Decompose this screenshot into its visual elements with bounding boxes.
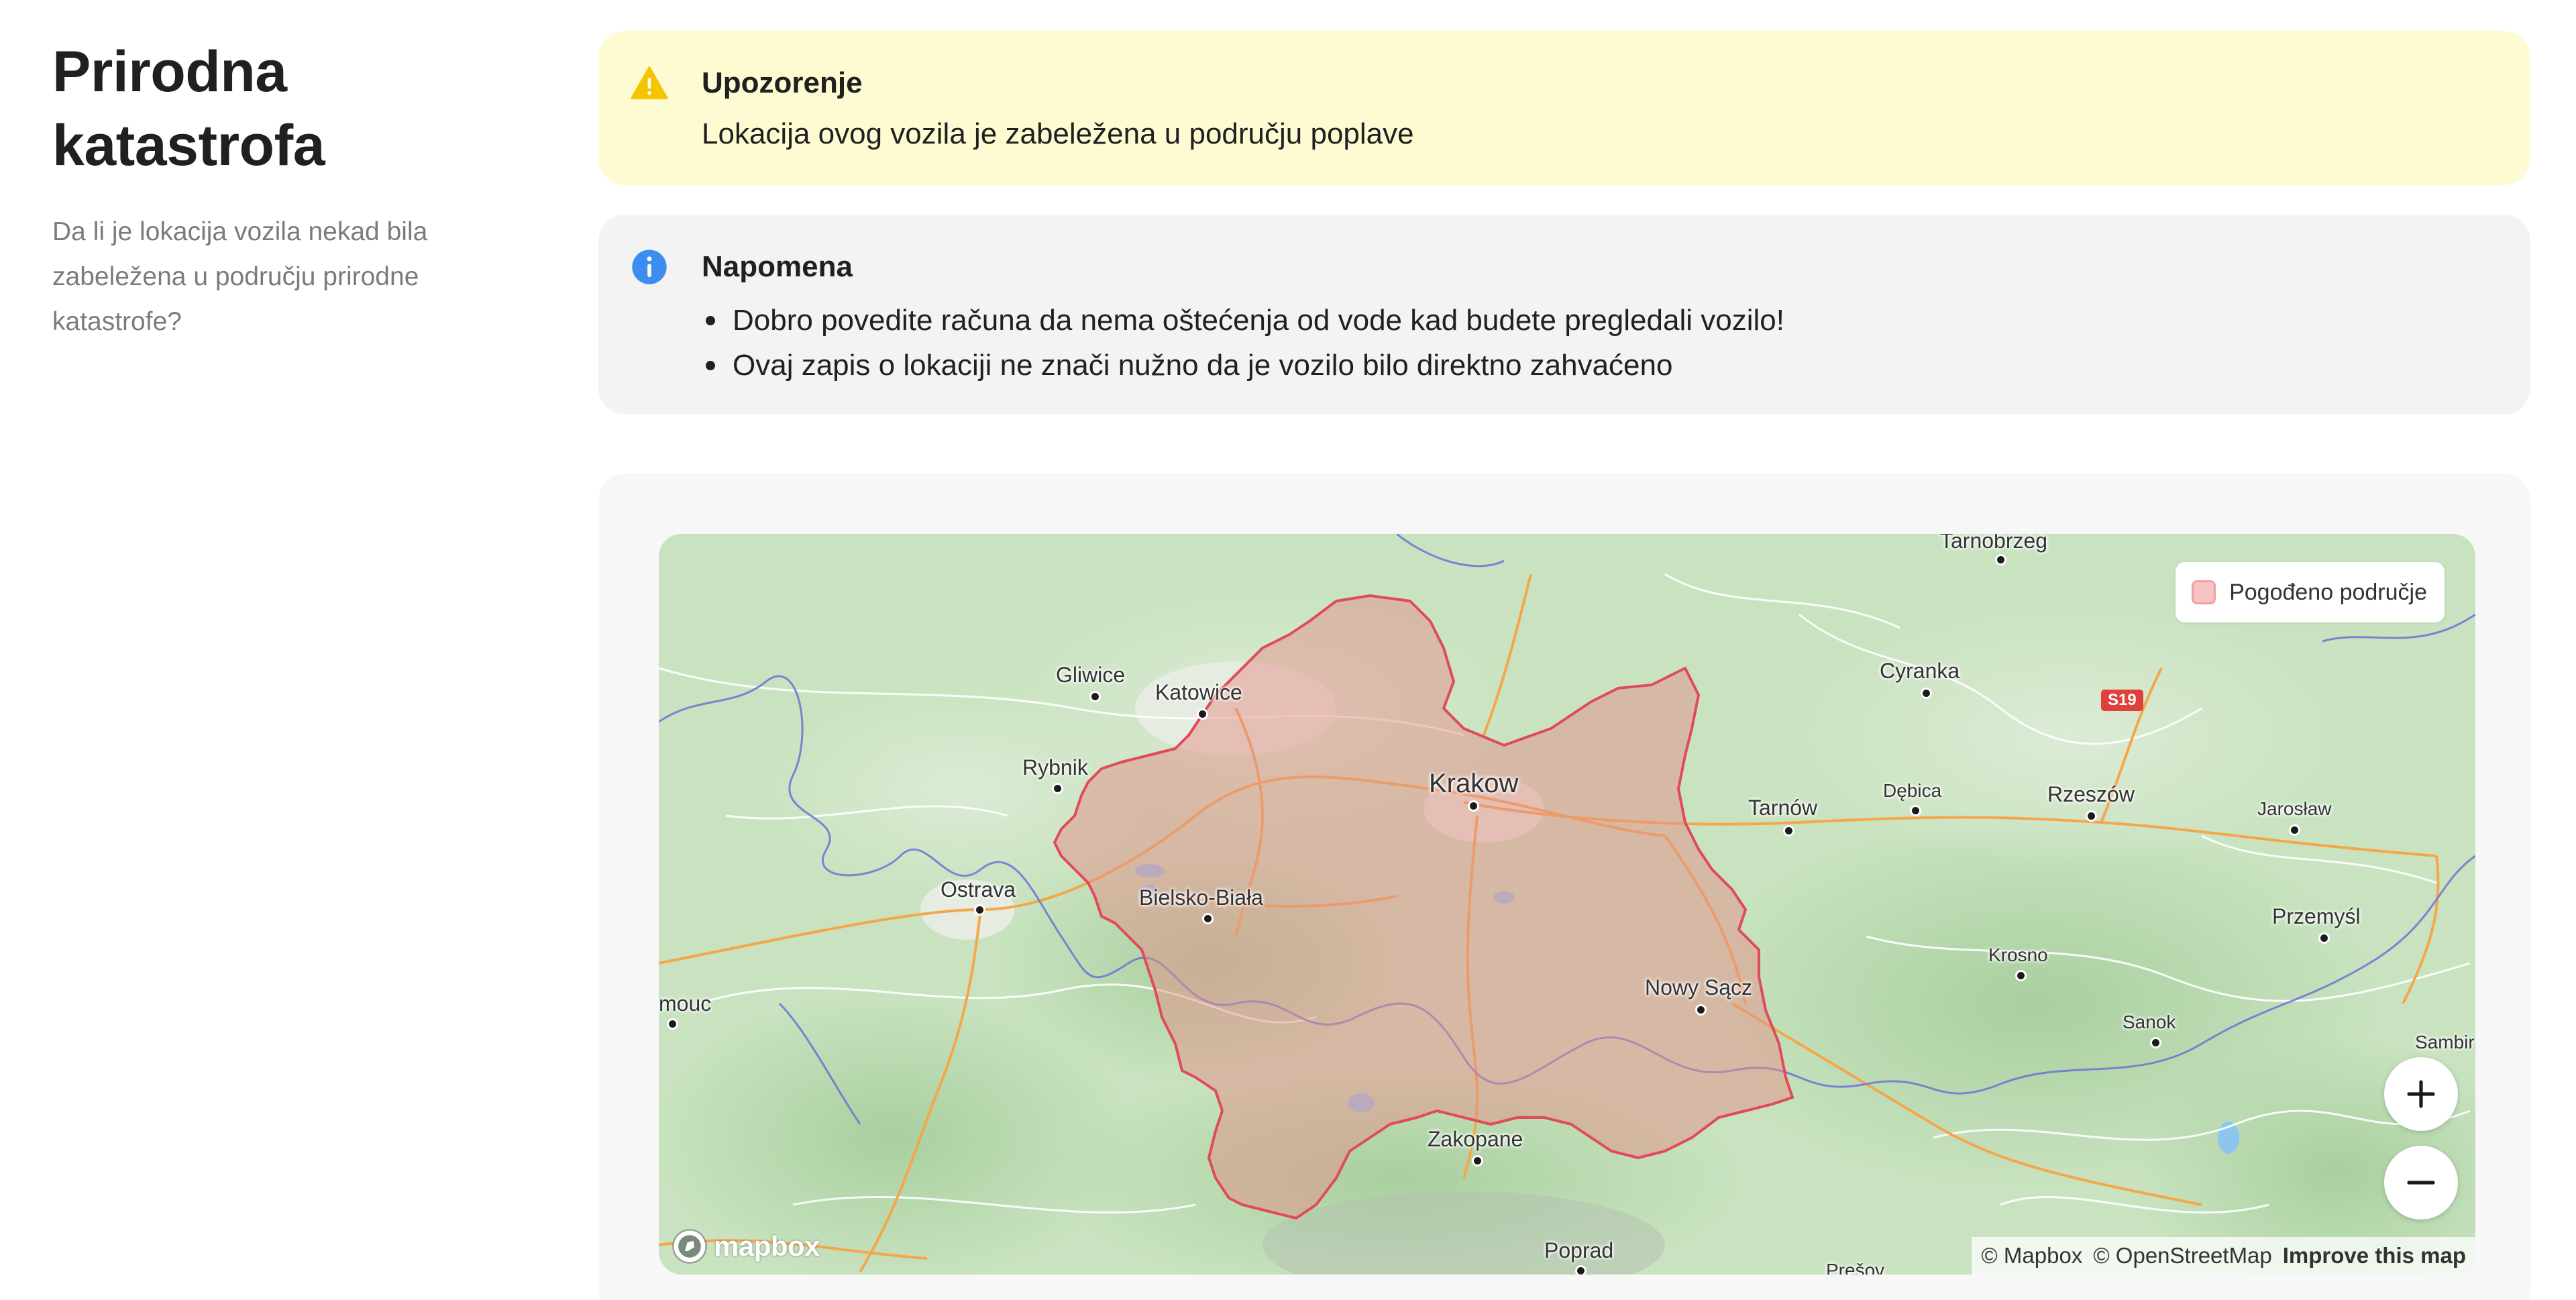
- city-marker: [2017, 972, 2025, 979]
- mapbox-logo-text: mapbox: [714, 1230, 820, 1262]
- place-label: Katowice: [1155, 680, 1242, 704]
- place-label: Cyranka: [1880, 659, 1960, 683]
- city-marker: [1785, 827, 1792, 834]
- improve-map-link[interactable]: Improve this map: [2283, 1243, 2466, 1268]
- mapbox-logo-icon: [672, 1229, 707, 1264]
- legend-swatch: [2192, 580, 2216, 604]
- affected-area-overlay: [1053, 594, 1794, 1220]
- place-label: Krosno: [1988, 944, 2048, 965]
- city-marker: [669, 1020, 676, 1028]
- city-marker: [976, 906, 983, 914]
- zoom-in-button[interactable]: [2384, 1057, 2458, 1131]
- info-alert: Napomena Dobro povedite računa da nema o…: [598, 215, 2530, 415]
- city-marker: [1054, 785, 1061, 792]
- place-label: Rzeszów: [2047, 782, 2135, 806]
- place-label: mouc: [659, 991, 712, 1016]
- place-label: Poprad: [1544, 1238, 1614, 1262]
- legend-label: Pogođeno područje: [2229, 579, 2427, 605]
- info-list-item: Ovaj zapis o lokaciji ne znači nužno da …: [702, 343, 1784, 388]
- city-marker: [1204, 915, 1212, 922]
- city-marker: [1199, 710, 1206, 718]
- place-label: Rybnik: [1022, 755, 1088, 779]
- page-description: Da li je lokacija vozila nekad bila zabe…: [52, 217, 428, 336]
- warning-alert: Upozorenje Lokacija ovog vozila je zabel…: [598, 31, 2530, 185]
- city-marker: [1697, 1006, 1705, 1014]
- city-marker: [2320, 934, 2328, 942]
- sidebar: Prirodna katastrofa Da li je lokacija vo…: [52, 35, 482, 344]
- city-marker: [1474, 1157, 1481, 1164]
- page-title: Prirodna katastrofa: [52, 40, 325, 178]
- warning-text: Lokacija ovog vozila je zabeležena u pod…: [702, 117, 1414, 150]
- place-label: Sambir: [2415, 1032, 2475, 1052]
- warning-icon: [631, 66, 668, 100]
- info-list-item: Dobro povedite računa da nema oštećenja …: [702, 298, 1784, 343]
- city-marker: [1997, 556, 2004, 563]
- warning-title: Upozorenje: [702, 66, 863, 99]
- place-label: Sanok: [2123, 1012, 2176, 1032]
- map-card: Tarnobrzeg Gliwice Katowice Cyranka S19 …: [598, 474, 2530, 1300]
- place-label: Prešov: [1826, 1260, 1885, 1275]
- plus-icon: [2407, 1080, 2435, 1108]
- place-label: Dębica: [1883, 780, 1942, 801]
- place-label: Ostrava: [941, 877, 1016, 902]
- city-marker: [1470, 802, 1477, 810]
- map-attribution: © Mapbox © OpenStreetMap Improve this ma…: [1972, 1237, 2475, 1275]
- road-shield: S19: [2101, 690, 2143, 711]
- map-legend: Pogođeno područje: [2176, 562, 2445, 622]
- attribution-mapbox-link[interactable]: © Mapbox: [1981, 1243, 2082, 1268]
- city-marker: [1091, 693, 1099, 700]
- place-label: Nowy Sącz: [1645, 975, 1753, 999]
- city-marker: [1912, 807, 1919, 814]
- city-marker: [1923, 690, 1930, 697]
- minus-icon: [2407, 1181, 2435, 1185]
- place-label: Zakopane: [1428, 1127, 1523, 1151]
- place-label: Przemyśl: [2272, 904, 2361, 928]
- place-label: Bielsko-Biała: [1139, 885, 1263, 910]
- info-icon: [632, 250, 667, 284]
- attribution-osm-link[interactable]: © OpenStreetMap: [2093, 1243, 2271, 1268]
- city-marker: [2088, 812, 2095, 820]
- mapbox-logo[interactable]: mapbox: [671, 1228, 820, 1265]
- affected-area-map[interactable]: Tarnobrzeg Gliwice Katowice Cyranka S19 …: [659, 534, 2475, 1275]
- place-label: Tarnobrzeg: [1940, 534, 2048, 553]
- city-marker: [2152, 1039, 2159, 1046]
- place-label: Tarnów: [1748, 796, 1818, 820]
- city-marker: [2291, 826, 2298, 834]
- place-label: Gliwice: [1056, 663, 1126, 687]
- place-label: Krakow: [1429, 769, 1519, 798]
- zoom-out-button[interactable]: [2384, 1146, 2458, 1220]
- city-marker: [1577, 1267, 1585, 1275]
- info-title: Napomena: [702, 250, 853, 283]
- info-list: Dobro povedite računa da nema oštećenja …: [702, 298, 1784, 388]
- place-label: Jarosław: [2257, 798, 2332, 819]
